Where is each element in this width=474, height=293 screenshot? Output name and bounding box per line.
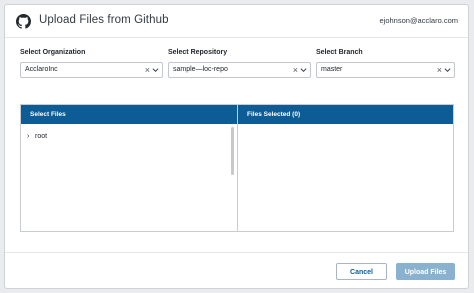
- dialog-title: Upload Files from Github: [39, 14, 169, 26]
- organization-value: AcclaroInc: [25, 66, 58, 73]
- cancel-button[interactable]: Cancel: [336, 263, 387, 280]
- repository-label: Select Repository: [168, 49, 228, 56]
- chevron-down-icon[interactable]: [300, 67, 307, 73]
- branch-select[interactable]: master ×: [316, 62, 455, 78]
- upload-files-button[interactable]: Upload Files: [396, 263, 455, 280]
- clear-icon[interactable]: ×: [293, 64, 298, 76]
- chevron-right-icon[interactable]: ›: [27, 133, 33, 140]
- dialog-header: Upload Files from Github ejohnson@acclar…: [5, 5, 468, 38]
- repository-select[interactable]: sample—loc-repo ×: [168, 62, 311, 78]
- user-email: ejohnson@acclaro.com: [379, 16, 459, 25]
- clear-icon[interactable]: ×: [145, 64, 150, 76]
- tree-item-root[interactable]: › root: [27, 133, 47, 140]
- upload-dialog: Upload Files from Github ejohnson@acclar…: [4, 4, 469, 289]
- panel-divider: [237, 105, 238, 231]
- repository-value: sample—loc-repo: [173, 66, 228, 73]
- chevron-down-icon[interactable]: [444, 67, 451, 73]
- organization-label: Select Organization: [20, 49, 86, 56]
- select-files-scrollbar[interactable]: [231, 127, 234, 175]
- footer-divider: [5, 252, 468, 253]
- files-selected-header: Files Selected (0): [238, 105, 453, 124]
- select-files-header: Select Files: [21, 105, 237, 124]
- organization-select[interactable]: AcclaroInc ×: [20, 62, 163, 78]
- github-icon: [16, 14, 31, 29]
- file-panels: Select Files Files Selected (0) › root: [20, 104, 454, 232]
- clear-icon[interactable]: ×: [437, 64, 442, 76]
- tree-item-label: root: [35, 133, 48, 140]
- chevron-down-icon[interactable]: [152, 67, 159, 73]
- branch-value: master: [321, 66, 343, 73]
- branch-label: Select Branch: [316, 49, 363, 56]
